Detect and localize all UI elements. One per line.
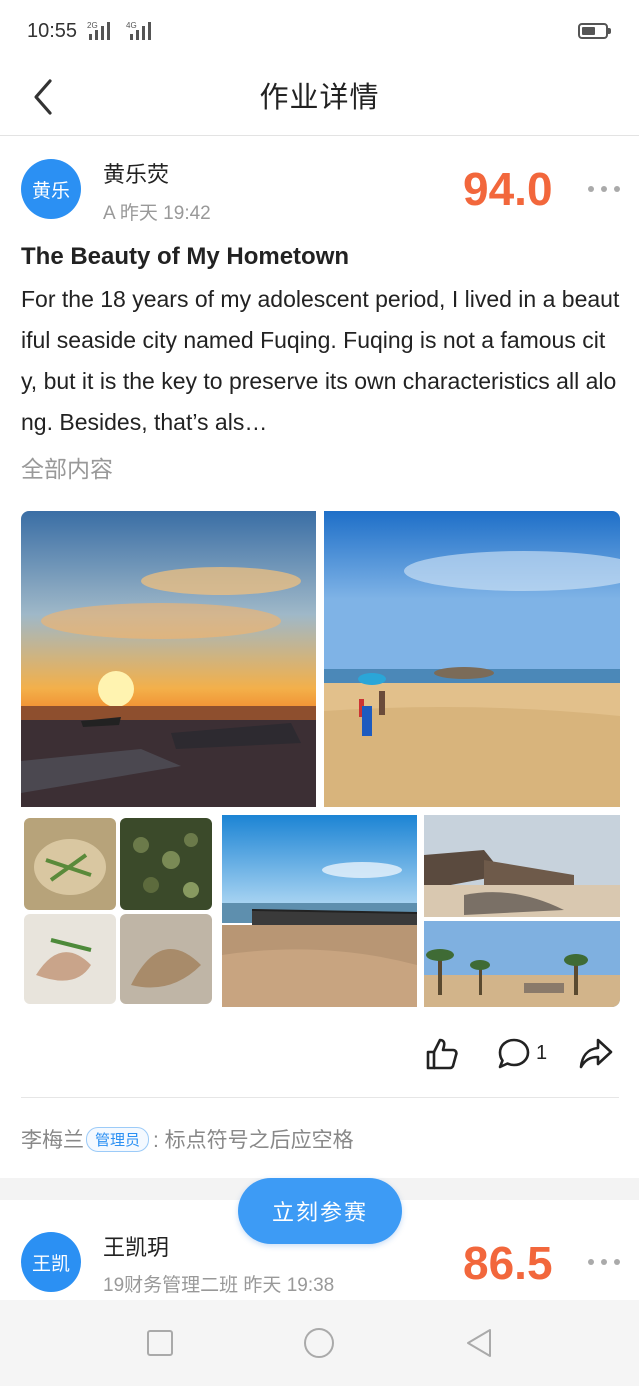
post-meta: A 昨天 19:42 [103, 203, 211, 224]
back-triangle-icon[interactable] [464, 1327, 494, 1359]
nav-bar: 作业详情 [0, 64, 639, 136]
seafood-collage-photo[interactable] [21, 815, 216, 1007]
coast-resort-collage-photo[interactable] [424, 815, 620, 1007]
battery-icon [578, 23, 611, 39]
admin-badge: 管理员 [86, 1126, 150, 1152]
more-options-icon[interactable] [586, 1252, 622, 1272]
essay-title: The Beauty of My Hometown [21, 243, 350, 270]
beach-people-photo[interactable] [324, 511, 620, 807]
essay-excerpt: For the 18 years of my adolescent period… [21, 286, 620, 435]
status-bar: 10:55 2G 4G [0, 0, 639, 64]
share-arrow-icon [579, 1038, 613, 1069]
score: 86.5 [463, 1237, 553, 1289]
author-name[interactable]: 王凯玥 [103, 1230, 169, 1262]
recent-apps-icon[interactable] [146, 1329, 174, 1357]
shore-nets-photo[interactable] [222, 815, 417, 1007]
reply-author[interactable]: 李梅兰 [21, 1124, 84, 1154]
signal-2g-icon: 2G [87, 21, 110, 40]
score: 94.0 [463, 163, 553, 215]
signal-2g-label: 2G [87, 21, 98, 30]
comment-button[interactable] [496, 1037, 532, 1076]
more-options-icon[interactable] [586, 179, 622, 199]
system-navigation-bar [0, 1300, 639, 1386]
page-title: 作业详情 [259, 82, 380, 114]
status-time: 10:55 [27, 20, 78, 42]
post-meta: 19财务管理二班 昨天 19:38 [103, 1275, 335, 1296]
signal-4g-label: 4G [126, 21, 137, 30]
teacher-reply[interactable]: 李梅兰 管理员 : 标点符号之后应空格 [21, 1124, 354, 1154]
read-all-link[interactable]: 全部内容 [21, 450, 113, 484]
join-contest-button[interactable]: 立刻参赛 [238, 1178, 402, 1244]
avatar[interactable]: 王凯 [21, 1232, 81, 1292]
reply-text: : 标点符号之后应空格 [153, 1129, 354, 1152]
thumbs-up-icon [426, 1038, 458, 1070]
battery-level [582, 27, 595, 35]
comment-count: 1 [536, 1042, 548, 1064]
author-name[interactable]: 黄乐荧 [103, 157, 169, 189]
divider [21, 1097, 619, 1098]
like-button[interactable] [424, 1036, 460, 1077]
avatar[interactable]: 黄乐 [21, 159, 81, 219]
comment-bubble-icon [498, 1038, 530, 1069]
home-icon[interactable] [303, 1327, 335, 1359]
share-button[interactable] [578, 1036, 614, 1077]
signal-4g-icon: 4G [126, 21, 151, 40]
sunset-boats-photo[interactable] [21, 511, 316, 807]
